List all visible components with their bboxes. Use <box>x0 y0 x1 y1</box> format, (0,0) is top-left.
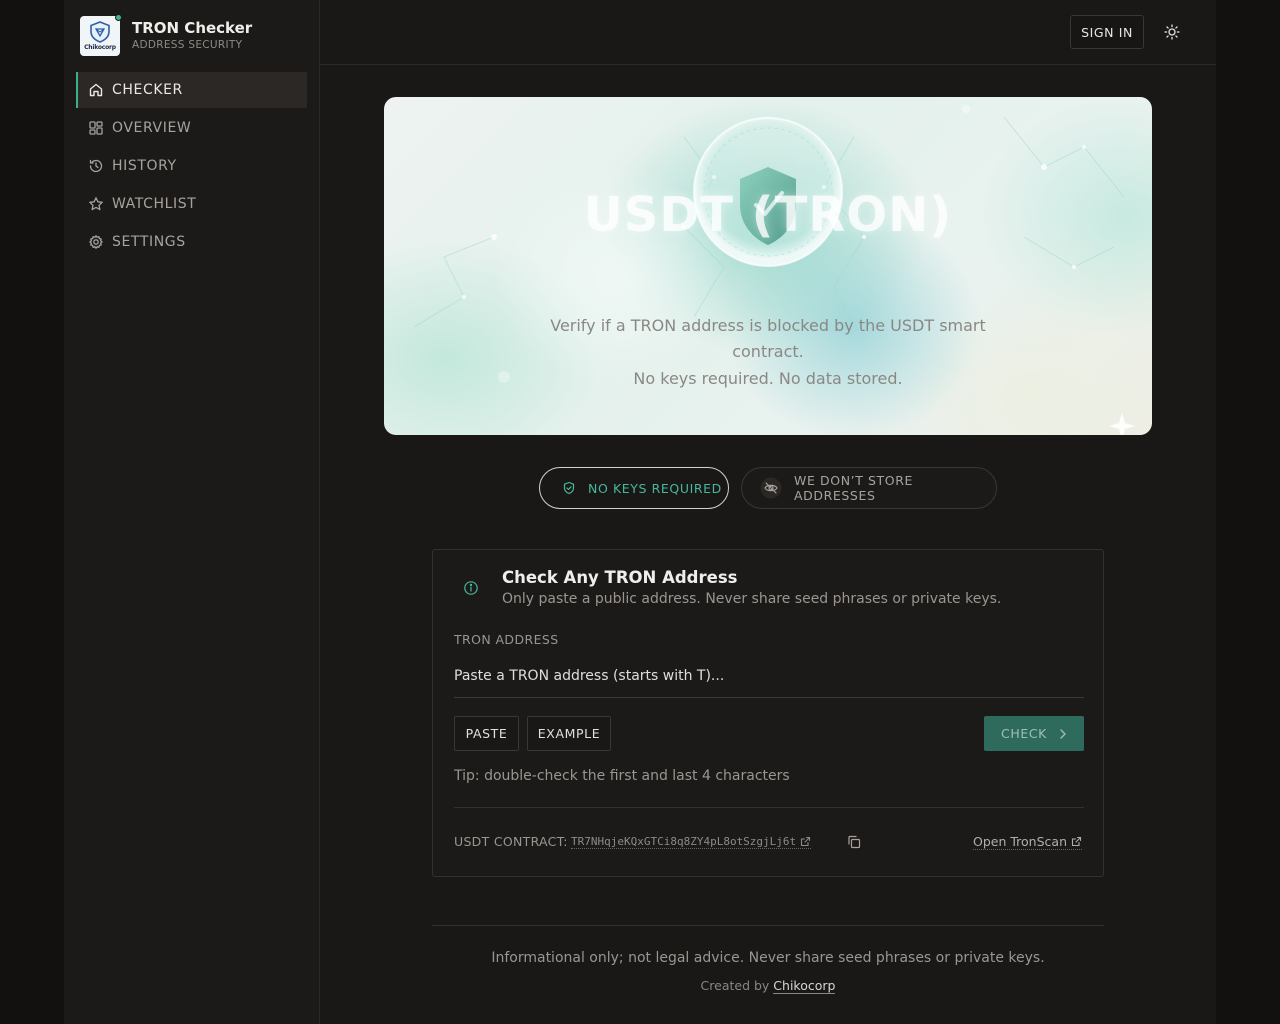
chikocorp-logo: Chikocorp <box>80 14 122 56</box>
theme-toggle-button[interactable] <box>1162 22 1182 42</box>
copy-icon[interactable] <box>847 835 861 849</box>
footer-disclaimer: Informational only; not legal advice. Ne… <box>491 950 1045 966</box>
chikocorp-link[interactable]: Chikocorp <box>773 978 836 994</box>
address-checker-card: Check Any TRON Address Only paste a publ… <box>432 549 1104 877</box>
hero-description: Verify if a TRON address is blocked by t… <box>550 316 986 361</box>
divider <box>454 807 1084 808</box>
check-button[interactable]: CHECK <box>984 716 1084 751</box>
hero-note: No keys required. No data stored. <box>633 369 903 388</box>
hero-title: USDT (TRON) <box>583 187 953 243</box>
check-button-label: CHECK <box>1001 726 1047 741</box>
sidebar-item-history[interactable]: HISTORY <box>76 148 307 184</box>
no-keys-badge-label: NO KEYS REQUIRED <box>588 480 722 496</box>
card-subtitle: Only paste a public address. Never share… <box>502 591 1002 607</box>
star-icon <box>88 196 104 212</box>
chevron-right-icon <box>1059 728 1067 739</box>
history-icon <box>88 158 104 174</box>
sidebar-item-checker[interactable]: CHECKER <box>76 72 307 108</box>
sidebar: Chikocorp TRON Checker ADDRESS SECURITY … <box>64 0 320 1024</box>
shield-check-icon <box>562 481 576 495</box>
paste-button[interactable]: PASTE <box>454 716 519 751</box>
logo-text: Chikocorp <box>84 44 116 51</box>
external-link-icon <box>800 836 811 847</box>
eye-off-icon <box>760 477 782 499</box>
sidebar-item-overview[interactable]: OVERVIEW <box>76 110 307 146</box>
app-window: Chikocorp TRON Checker ADDRESS SECURITY … <box>64 0 1216 1024</box>
example-button[interactable]: EXAMPLE <box>527 716 611 751</box>
open-tronscan-link[interactable]: Open TronScan <box>973 834 1082 850</box>
tronscan-label: Open TronScan <box>973 834 1067 849</box>
app-subtitle: ADDRESS SECURITY <box>132 39 243 51</box>
top-bar: SIGN IN <box>320 0 1216 65</box>
footer-divider <box>432 925 1104 926</box>
sidebar-item-label: SETTINGS <box>112 234 186 250</box>
app-title: TRON Checker <box>132 19 253 37</box>
address-tip: Tip: double-check the first and last 4 c… <box>454 768 790 784</box>
no-keys-badge: NO KEYS REQUIRED <box>539 467 729 509</box>
sign-in-button[interactable]: SIGN IN <box>1070 15 1144 49</box>
sidebar-item-label: HISTORY <box>112 158 177 174</box>
usdt-contract-link[interactable]: TR7NHqjeKQxGTCi8q8ZY4pL8otSzgjLj6t <box>571 835 812 849</box>
footer-credit: Created by Chikocorp <box>320 978 1216 994</box>
online-status-dot <box>115 14 122 21</box>
no-storage-badge: WE DON’T STORE ADDRESSES <box>741 467 997 509</box>
grid-icon <box>88 120 104 136</box>
external-link-icon <box>1071 836 1082 847</box>
info-icon <box>463 580 479 600</box>
gear-icon <box>88 234 104 250</box>
sidebar-nav: CHECKER OVERVIEW HISTORY WATCHLIST SETTI… <box>76 72 307 262</box>
card-title: Check Any TRON Address <box>502 568 738 587</box>
sidebar-item-label: CHECKER <box>112 82 183 98</box>
address-field-label: TRON ADDRESS <box>454 632 559 647</box>
home-icon <box>88 82 104 98</box>
no-storage-badge-label: WE DON’T STORE ADDRESSES <box>794 473 914 503</box>
contract-address: TR7NHqjeKQxGTCi8q8ZY4pL8otSzgjLj6t <box>571 835 797 848</box>
sidebar-item-label: OVERVIEW <box>112 120 192 136</box>
sun-icon <box>1164 24 1180 40</box>
hero-banner: USDT (TRON) Verify if a TRON address is … <box>384 97 1152 435</box>
contract-label: USDT CONTRACT: <box>454 834 568 849</box>
sidebar-item-settings[interactable]: SETTINGS <box>76 224 307 260</box>
credit-prefix: Created by <box>700 978 770 993</box>
sidebar-item-watchlist[interactable]: WATCHLIST <box>76 186 307 222</box>
brand[interactable]: Chikocorp TRON Checker ADDRESS SECURITY <box>80 14 253 56</box>
tron-address-input[interactable] <box>454 654 1084 698</box>
sidebar-item-label: WATCHLIST <box>112 196 197 212</box>
